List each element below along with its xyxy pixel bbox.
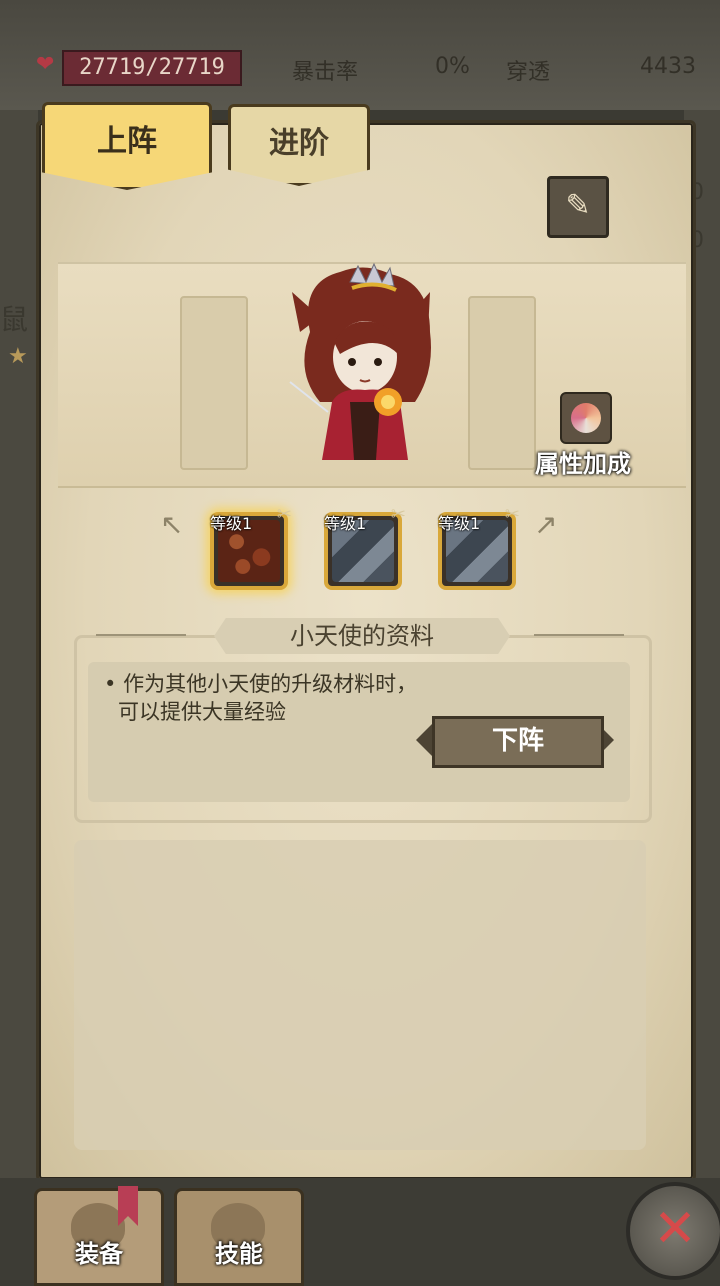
attribute-bonus-label: 属性加成: [535, 450, 631, 478]
star-icon: ★: [8, 344, 28, 369]
equipment-level: 等级1: [438, 514, 481, 533]
left-background-edge: [0, 110, 38, 1190]
info-description: • 作为其他小天使的升级材料时， 可以提供大量经验: [104, 670, 417, 726]
description-line-2: 可以提供大量经验: [118, 700, 286, 724]
empty-content-area: [74, 840, 646, 1150]
equipment-level: 等级1: [210, 514, 253, 533]
sword-pin-icon: ✂: [276, 504, 292, 525]
title-divider-left: [96, 634, 186, 636]
pierce-label: 穿透: [506, 60, 551, 85]
stage-pillar: [468, 296, 536, 470]
pencil-icon: ✎: [565, 188, 591, 223]
stats-bar: ❤ 27719/27719 暴击率 0% 穿透 4433: [30, 48, 700, 86]
left-background-char: 鼠: [0, 303, 29, 336]
bullet: •: [104, 672, 117, 696]
close-button[interactable]: ✕: [626, 1182, 720, 1280]
equipment-slot-1[interactable]: 等级1 ✂: [210, 504, 292, 590]
sword-pin-icon: ✂: [390, 504, 406, 525]
title-divider-right: [534, 634, 624, 636]
tab-deploy[interactable]: 上阵: [42, 102, 212, 190]
sword-pin-icon: ✂: [504, 504, 520, 525]
heart-icon: ❤: [36, 52, 55, 77]
close-icon: ✕: [653, 1199, 697, 1259]
bottom-tab-equipment[interactable]: 装备: [34, 1188, 164, 1286]
edit-button[interactable]: ✎: [547, 176, 609, 238]
info-title: 小天使的资料: [214, 618, 510, 654]
bottom-tab-skills[interactable]: 技能: [174, 1188, 304, 1286]
equipment-slot-2[interactable]: 等级1 ✂: [324, 504, 406, 590]
pierce-value: 4433: [640, 54, 696, 79]
hp-value: 27719/27719: [62, 50, 242, 86]
crit-value: 0%: [435, 54, 470, 79]
stage-pillar: [180, 296, 248, 470]
bottom-tab-label: 技能: [215, 1240, 263, 1268]
equipment-level: 等级1: [324, 514, 367, 533]
hero-character[interactable]: [280, 262, 450, 472]
arrow-right-icon: ↗: [534, 508, 558, 541]
swirl-orb-icon: [560, 392, 612, 444]
unequip-button[interactable]: 下阵: [432, 716, 604, 768]
tab-advance[interactable]: 进阶: [228, 104, 370, 186]
attribute-bonus-button[interactable]: 属性加成: [535, 392, 634, 478]
bottom-tab-label: 装备: [75, 1240, 123, 1268]
equipment-slot-3[interactable]: 等级1 ✂: [438, 504, 520, 590]
arrow-left-icon: ↖: [160, 508, 184, 541]
description-line-1: 作为其他小天使的升级材料时，: [123, 672, 418, 696]
crit-label: 暴击率: [292, 60, 359, 85]
